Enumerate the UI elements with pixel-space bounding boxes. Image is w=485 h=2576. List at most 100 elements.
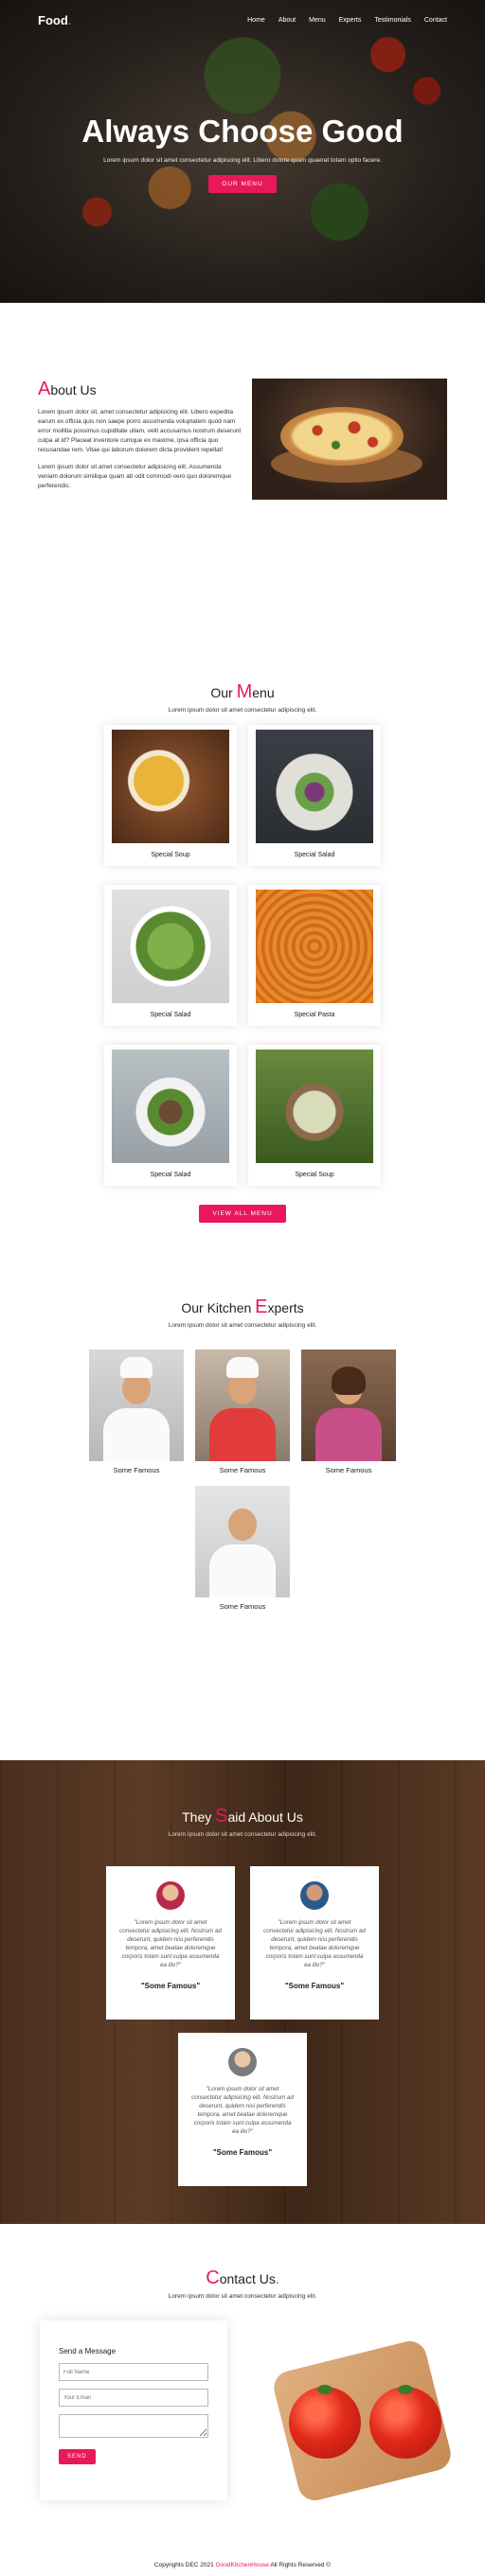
testimonial-quote: "Lorem ipsum dolor sit amet consectetur … xyxy=(119,1919,222,1968)
experts-grid: Some Famous Some Famous Some Famous Some… xyxy=(81,1350,404,1611)
hero-section: Food. Home About Menu Experts Testimonia… xyxy=(0,0,485,303)
soup-image xyxy=(256,1050,373,1163)
menu-card[interactable]: Special Pasta xyxy=(248,885,381,1026)
expert-card: Some Famous xyxy=(89,1350,184,1474)
experts-subtitle: Lorem ipsum dolor sit amet consectetur a… xyxy=(168,1322,317,1329)
chef-photo xyxy=(195,1486,290,1597)
chef-apron xyxy=(209,1408,276,1461)
about-title: About Us xyxy=(38,379,242,400)
testimonials-title-initial: S xyxy=(215,1806,228,1826)
experts-title: Our Kitchen Experts xyxy=(0,1297,485,1318)
menu-grid: Special Soup Special Salad Special Salad… xyxy=(0,725,485,1186)
message-textarea[interactable] xyxy=(59,2414,208,2438)
about-title-initial: A xyxy=(38,379,51,399)
contact-title-dot: . xyxy=(275,2271,279,2286)
menu-title-prefix: Our xyxy=(210,685,237,700)
menu-card[interactable]: Special Salad xyxy=(104,1045,237,1186)
experts-title-prefix: Our Kitchen xyxy=(181,1300,256,1315)
chef-photo xyxy=(89,1350,184,1461)
menu-card[interactable]: Special Salad xyxy=(104,885,237,1026)
chef-jacket xyxy=(103,1408,170,1461)
testimonials-grid: "Lorem ipsum dolor sit amet consectetur … xyxy=(91,1866,394,2186)
nav-links: Home About Menu Experts Testimonials Con… xyxy=(247,17,447,24)
menu-item-name: Special Soup xyxy=(151,852,190,858)
pizza xyxy=(280,407,404,466)
expert-card: Some Famous xyxy=(195,1486,290,1611)
expert-name: Some Famous xyxy=(113,1466,160,1474)
expert-name: Some Famous xyxy=(325,1466,372,1474)
about-text: About Us Lorem ipsum dolor sit, amet con… xyxy=(38,379,242,539)
tomato-image xyxy=(289,2385,361,2459)
view-all-menu-button[interactable]: VIEW ALL MENU xyxy=(199,1205,286,1223)
testimonial-name: "Some Famous" xyxy=(140,1981,201,1990)
contact-title-rest: ontact Us xyxy=(219,2271,276,2286)
experts-title-initial: E xyxy=(255,1297,268,1317)
pasta-image xyxy=(256,890,373,1003)
testimonials-title-prefix: They xyxy=(182,1809,216,1825)
menu-title: Our Menu xyxy=(0,681,485,703)
footer-brand-link[interactable]: GoodKitchenHouse xyxy=(216,2562,269,2568)
logo-dot: . xyxy=(67,13,72,27)
email-input[interactable] xyxy=(59,2389,208,2407)
chef-face xyxy=(228,1509,257,1541)
contact-form: Send a Message SEND xyxy=(40,2320,227,2500)
our-menu-button[interactable]: OUR MENU xyxy=(208,175,277,193)
expert-name: Some Famous xyxy=(219,1602,266,1611)
full-name-input[interactable] xyxy=(59,2363,208,2381)
menu-item-name: Special Soup xyxy=(295,1172,334,1178)
menu-title-initial: M xyxy=(236,681,253,702)
contact-body: Send a Message SEND xyxy=(0,2320,485,2562)
testimonial-name: "Some Famous" xyxy=(284,1981,345,1990)
testimonial-quote: "Lorem ipsum dolor sit amet consectetur … xyxy=(191,2086,294,2135)
testimonials-subtitle: Lorem ipsum dolor sit amet consectetur a… xyxy=(168,1831,317,1838)
nav-link-menu[interactable]: Menu xyxy=(309,17,326,24)
expert-name: Some Famous xyxy=(219,1466,266,1474)
avatar xyxy=(228,2048,257,2076)
chef-photo xyxy=(195,1350,290,1461)
nav-link-experts[interactable]: Experts xyxy=(339,17,362,24)
menu-card[interactable]: Special Salad xyxy=(248,725,381,866)
testimonials-section: They Said About Us Lorem ipsum dolor sit… xyxy=(0,1760,485,2224)
chef-hat xyxy=(120,1357,153,1378)
testimonial-quote: "Lorem ipsum dolor sit amet consectetur … xyxy=(263,1919,366,1968)
testimonial-card: "Lorem ipsum dolor sit amet consectetur … xyxy=(250,1866,379,2020)
menu-item-name: Special Salad xyxy=(150,1012,191,1018)
expert-card: Some Famous xyxy=(301,1350,396,1474)
menu-item-name: Special Salad xyxy=(294,852,335,858)
hero-title: Always Choose Good xyxy=(81,114,404,149)
footer: Copyrights DEC 2021 GoodKitchenHouse All… xyxy=(0,2562,485,2576)
nav-link-testimonials[interactable]: Testimonials xyxy=(374,17,411,24)
about-paragraph-2: Lorem ipsum dolor sit amet consectetur a… xyxy=(38,464,232,490)
testimonial-card: "Lorem ipsum dolor sit amet consectetur … xyxy=(106,1866,235,2020)
footer-suffix: All Rights Reserved © xyxy=(268,2562,332,2568)
about-title-rest: bout Us xyxy=(50,382,97,397)
menu-item-name: Special Pasta xyxy=(294,1012,335,1018)
logo[interactable]: Food. xyxy=(38,13,71,27)
menu-subtitle: Lorem ipsum dolor sit amet consectetur a… xyxy=(168,707,317,714)
hero-subtitle: Lorem ipsum dolor sit amet consectetur a… xyxy=(103,157,382,164)
chef-photo xyxy=(301,1350,396,1461)
menu-card[interactable]: Special Soup xyxy=(248,1045,381,1186)
testimonial-name: "Some Famous" xyxy=(212,2147,273,2157)
chef-hat xyxy=(226,1357,259,1378)
menu-title-rest: enu xyxy=(252,685,275,700)
pizza-image xyxy=(252,379,447,500)
footer-prefix: Copyrights DEC 2021 xyxy=(153,2562,216,2568)
contact-subtitle: Lorem ipsum dolor sit amet consectetur a… xyxy=(168,2293,317,2300)
testimonials-title-rest: aid About Us xyxy=(227,1809,303,1825)
experts-title-rest: xperts xyxy=(267,1300,304,1315)
nav-link-contact[interactable]: Contact xyxy=(424,17,447,24)
logo-text: Food xyxy=(38,13,68,27)
chef-hair xyxy=(332,1367,366,1395)
contact-section: Contact Us. Lorem ipsum dolor sit amet c… xyxy=(0,2224,485,2562)
send-button[interactable]: SEND xyxy=(59,2449,96,2464)
testimonials-title: They Said About Us xyxy=(0,1806,485,1827)
contact-title: Contact Us. xyxy=(0,2267,485,2289)
tomato-image xyxy=(369,2385,441,2459)
testimonial-card: "Lorem ipsum dolor sit amet consectetur … xyxy=(178,2033,307,2186)
expert-card: Some Famous xyxy=(195,1350,290,1474)
soup-image xyxy=(112,730,229,843)
nav-link-home[interactable]: Home xyxy=(247,17,265,24)
nav-link-about[interactable]: About xyxy=(278,17,296,24)
menu-card[interactable]: Special Soup xyxy=(104,725,237,866)
